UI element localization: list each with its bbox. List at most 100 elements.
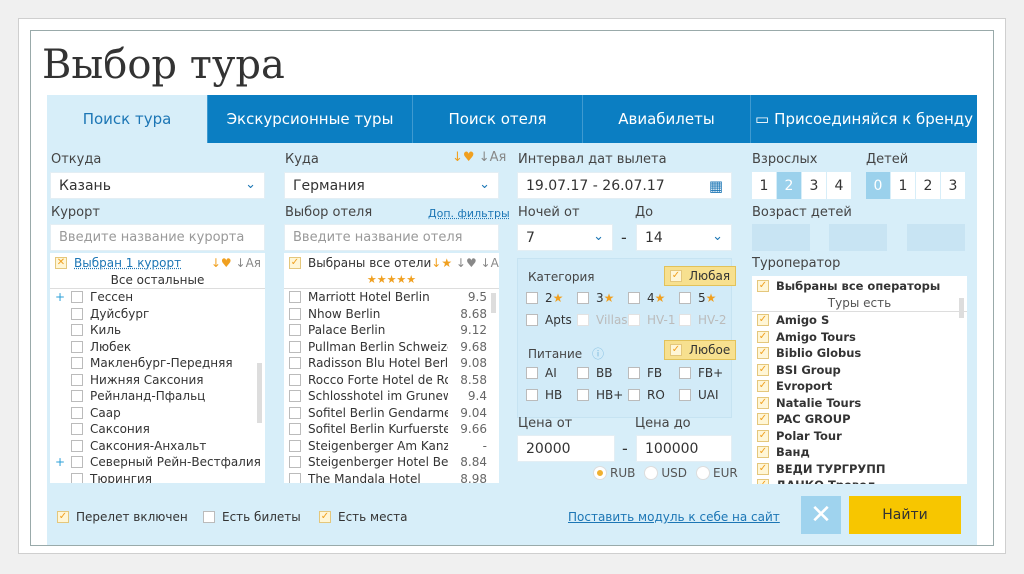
extra-filters-link[interactable]: Доп. фильтры <box>428 207 510 220</box>
calendar-icon[interactable]: ▦ <box>709 177 723 195</box>
checkbox-checked[interactable]: ✓ <box>757 280 769 292</box>
checkbox-checked[interactable]: ✓ <box>757 413 769 426</box>
currency-radio[interactable]: RUB <box>594 466 635 480</box>
tab-hotel-search[interactable]: Поиск отеля <box>413 95 583 143</box>
resort-item[interactable]: + Северный Рейн-Вестфалия <box>55 454 265 471</box>
child-age-select-3[interactable] <box>907 224 965 251</box>
checkbox-partial[interactable]: ✕ <box>55 257 67 269</box>
to-select[interactable]: Германия ⌄ <box>284 172 499 199</box>
hotel-item[interactable]: Radisson Blu Hotel Berlin 9.08 <box>289 355 499 372</box>
operator-item[interactable]: ✓ BSI Group <box>757 362 967 379</box>
category-extra-option[interactable]: HV-1 <box>628 313 679 327</box>
checkbox-empty[interactable] <box>71 423 83 436</box>
meal-option[interactable]: RO <box>628 388 679 402</box>
children-option[interactable]: 3 <box>941 172 965 199</box>
checkbox-empty[interactable] <box>71 456 83 469</box>
nights-from-select[interactable]: 7 ⌄ <box>517 224 613 251</box>
resort-item[interactable]: + Гессен <box>55 289 265 306</box>
resort-item[interactable]: Любек <box>55 339 265 356</box>
children-option[interactable]: 0 <box>866 172 890 199</box>
checkbox-empty[interactable] <box>71 357 83 370</box>
meal-option[interactable]: HB+ <box>577 388 628 402</box>
children-option[interactable]: 1 <box>891 172 915 199</box>
resort-item[interactable]: Саксония <box>55 421 265 438</box>
price-from-input[interactable]: 20000 <box>517 435 615 462</box>
reset-button[interactable]: ✕ <box>801 496 841 534</box>
category-extra-option[interactable]: HV-2 <box>679 313 730 327</box>
adults-option[interactable]: 4 <box>827 172 851 199</box>
scrollbar[interactable] <box>491 293 496 313</box>
hotel-item[interactable]: Sofitel Berlin Kurfuerstend 9.66 <box>289 421 499 438</box>
checkbox-empty[interactable] <box>71 307 83 320</box>
category-option[interactable]: 3 ★ <box>577 291 628 305</box>
info-icon[interactable]: ⓘ <box>592 347 604 361</box>
category-extra-option[interactable]: Villas <box>577 313 628 327</box>
meal-option[interactable]: FB+ <box>679 366 730 380</box>
expand-plus-icon[interactable]: + <box>55 455 71 469</box>
resort-search-input[interactable]: Введите название курорта <box>50 224 265 251</box>
resort-item[interactable]: Дуйсбург <box>55 306 265 323</box>
operator-item[interactable]: ✓ ВЕДИ ТУРГРУПП <box>757 461 967 478</box>
checkbox-empty[interactable] <box>289 357 301 370</box>
operator-item[interactable]: ✓ Amigo S <box>757 312 967 329</box>
scrollbar[interactable] <box>959 298 964 318</box>
checkbox-empty[interactable] <box>289 423 301 436</box>
checkbox-empty[interactable] <box>289 456 301 469</box>
category-option[interactable]: 5 ★ <box>679 291 730 305</box>
hotel-item[interactable]: Marriott Hotel Berlin 9.5 <box>289 289 499 306</box>
meal-any-toggle[interactable]: ✓ Любое <box>664 340 737 360</box>
adults-option[interactable]: 3 <box>802 172 826 199</box>
checkbox-empty[interactable] <box>71 324 83 337</box>
sort-star-icon[interactable]: ↓★ <box>431 256 452 270</box>
resort-item[interactable]: Киль <box>55 322 265 339</box>
checkbox-checked[interactable]: ✓ <box>289 257 301 269</box>
hotel-item[interactable]: Steigenberger Am Kanzlera - <box>289 438 499 455</box>
resort-item[interactable]: Саар <box>55 405 265 422</box>
adults-option[interactable]: 1 <box>752 172 776 199</box>
from-select[interactable]: Казань ⌄ <box>50 172 265 199</box>
sort-alpha-button[interactable]: ↓Ая <box>236 256 261 270</box>
hotel-item[interactable]: Nhow Berlin 8.68 <box>289 306 499 323</box>
category-extra-option[interactable]: Apts <box>526 313 577 327</box>
checkbox-checked[interactable]: ✓ <box>757 446 769 459</box>
tickets-available-checkbox[interactable]: Есть билеты <box>203 510 301 524</box>
checkbox-empty[interactable] <box>289 373 301 386</box>
checkbox-empty[interactable] <box>289 406 301 419</box>
operator-item[interactable]: ✓ Natalie Tours <box>757 395 967 412</box>
tab-flights[interactable]: Авиабилеты <box>583 95 751 143</box>
checkbox-checked[interactable]: ✓ <box>757 429 769 442</box>
operator-item[interactable]: ✓ Evroport <box>757 378 967 395</box>
operator-item[interactable]: ✓ Amigo Tours <box>757 329 967 346</box>
meal-option[interactable]: FB <box>628 366 679 380</box>
checkbox-empty[interactable] <box>71 472 83 483</box>
category-option[interactable]: 2 ★ <box>526 291 577 305</box>
hotel-search-input[interactable]: Введите название отеля <box>284 224 499 251</box>
sort-heart-icon[interactable]: ↓♥ <box>456 256 477 270</box>
meal-option[interactable]: HB <box>526 388 577 402</box>
category-any-toggle[interactable]: ✓ Любая <box>664 266 737 286</box>
sort-icons[interactable]: ↓♥ ↓Ая <box>452 150 506 165</box>
hotel-item[interactable]: Rocco Forte Hotel de Rome 8.58 <box>289 372 499 389</box>
currency-radio[interactable]: EUR <box>697 466 738 480</box>
child-age-select-1[interactable] <box>752 224 810 251</box>
checkbox-checked[interactable]: ✓ <box>757 380 769 393</box>
checkbox-empty[interactable] <box>71 340 83 353</box>
tab-tour-search[interactable]: Поиск тура <box>47 95 208 143</box>
hotel-item[interactable]: Palace Berlin 9.12 <box>289 322 499 339</box>
adults-option[interactable]: 2 <box>777 172 801 199</box>
category-option[interactable]: 4 ★ <box>628 291 679 305</box>
checkbox-checked[interactable]: ✓ <box>757 314 769 327</box>
resort-selected-link[interactable]: Выбран 1 курорт <box>74 256 181 270</box>
checkbox-checked[interactable]: ✓ <box>757 330 769 343</box>
currency-radio[interactable]: USD <box>645 466 687 480</box>
checkbox-empty[interactable] <box>71 390 83 403</box>
checkbox-checked[interactable]: ✓ <box>757 347 769 360</box>
operator-item[interactable]: ✓ Ванд <box>757 444 967 461</box>
meal-option[interactable]: UAI <box>679 388 730 402</box>
operator-item[interactable]: ✓ Polar Tour <box>757 428 967 445</box>
resort-item[interactable]: Рейнланд-Пфальц <box>55 388 265 405</box>
seats-available-checkbox[interactable]: ✓ Есть места <box>319 510 407 524</box>
operator-item[interactable]: ✓ PAC GROUP <box>757 411 967 428</box>
tab-excursion-tours[interactable]: Экскурсионные туры <box>208 95 413 143</box>
dates-input[interactable]: 19.07.17 - 26.07.17 ▦ <box>517 172 732 199</box>
